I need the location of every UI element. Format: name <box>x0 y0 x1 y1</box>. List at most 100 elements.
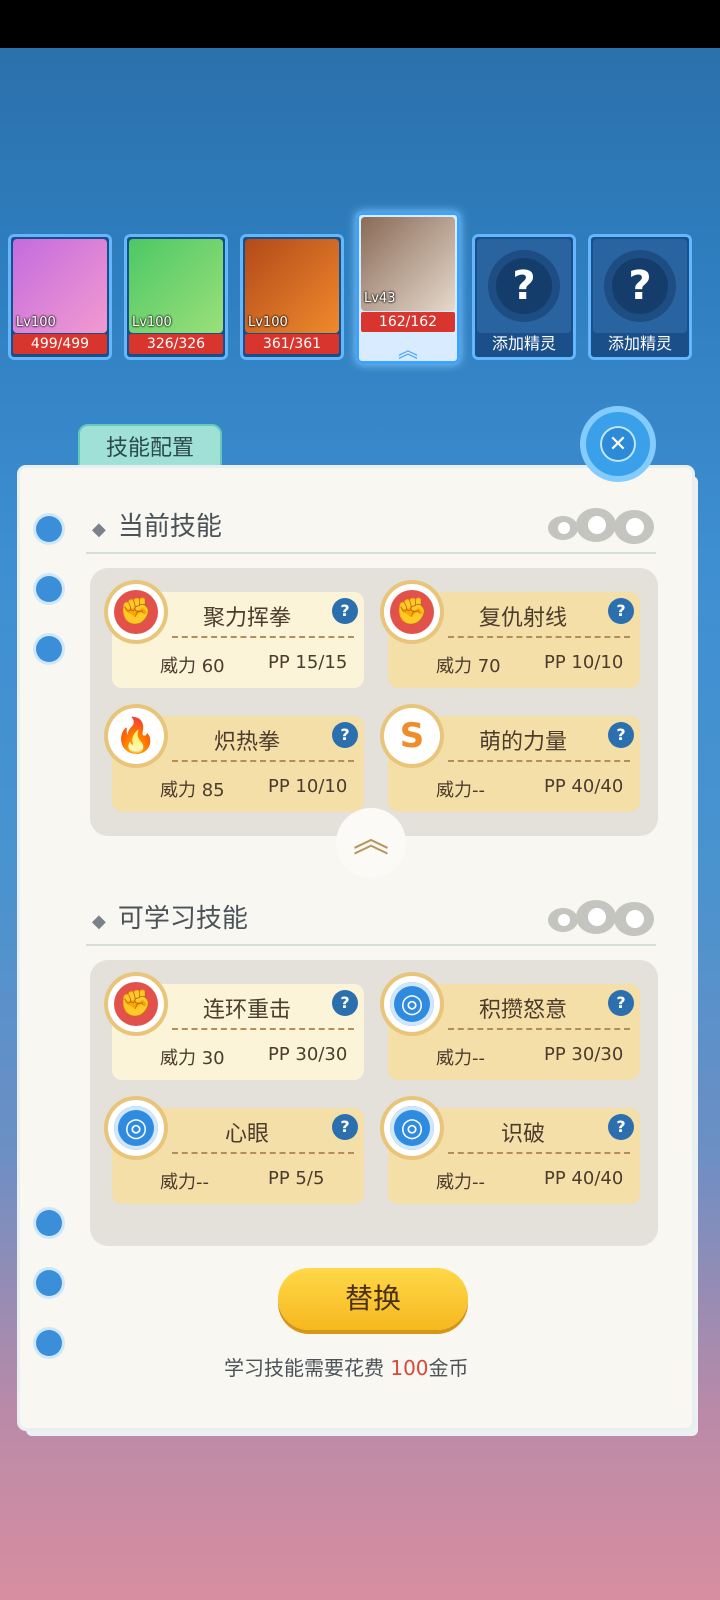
skill-stats: 威力-- PP 30/30 <box>436 1044 636 1070</box>
section-title-text: 当前技能 <box>117 512 222 542</box>
skill-card-current-2[interactable]: ✊ 复仇射线 ? 威力 70 PP 10/10 <box>384 584 640 688</box>
target-icon: ◎ <box>384 1100 440 1156</box>
learnable-skills-grid: ✊ 连环重击 ? 威力 30 PP 30/30 ◎ 积攒怒意 ? 威力-- PP 3… <box>90 960 658 1246</box>
skill-card-learnable-3[interactable]: ◎ 心眼 ? 威力-- PP 5/5 <box>108 1100 364 1204</box>
team-slot-2[interactable]: Lv100 326/326 <box>124 234 228 360</box>
learnable-skills-title: ◆ 可学习技能 <box>92 898 248 935</box>
skill-card-current-4[interactable]: S 萌的力量 ? 威力-- PP 40/40 <box>384 708 640 812</box>
team-slot-1[interactable]: Lv100 499/499 <box>8 234 112 360</box>
level-label: Lv43 <box>364 291 396 306</box>
status-bar <box>0 0 720 48</box>
chevron-up-icon: ◆ <box>92 519 106 540</box>
divider <box>172 760 354 762</box>
skill-power: 威力 60 <box>160 656 225 677</box>
skill-stats: 威力 70 PP 10/10 <box>436 652 636 678</box>
skill-name: 炽热拳 <box>213 730 280 755</box>
selected-chevron-icon: ︽ <box>398 338 418 362</box>
team-row: Lv100 499/499 Lv100 326/326 Lv100 361/36… <box>8 212 714 370</box>
skill-name: 连环重击 <box>202 998 291 1023</box>
skill-name: 聚力挥拳 <box>202 606 291 631</box>
skill-card-current-1[interactable]: ✊ 聚力挥拳 ? 威力 60 PP 15/15 <box>108 584 364 688</box>
skill-name: 萌的力量 <box>478 730 567 755</box>
cost-amount: 100 <box>390 1356 429 1380</box>
skill-pp: PP 40/40 <box>544 776 624 797</box>
target-icon: ◎ <box>108 1100 164 1156</box>
divider <box>172 1152 354 1154</box>
skill-name: 积攒怒意 <box>478 998 567 1023</box>
skill-pp: PP 40/40 <box>544 1168 624 1189</box>
cost-suffix: 金币 <box>428 1356 469 1380</box>
eyes-decoration-icon <box>548 508 658 548</box>
fist-icon: ✊ <box>108 584 164 640</box>
skill-power: 威力 30 <box>160 1048 225 1069</box>
fire-icon: 🔥 <box>108 708 164 764</box>
close-button[interactable]: ✕ <box>586 412 650 476</box>
binder-hole <box>36 1270 62 1296</box>
skill-power: 威力 85 <box>160 780 225 801</box>
divider <box>172 1028 354 1030</box>
team-slot-3[interactable]: Lv100 361/361 <box>240 234 344 360</box>
skill-stats: 威力 30 PP 30/30 <box>160 1044 360 1070</box>
current-skills-grid: ✊ 聚力挥拳 ? 威力 60 PP 15/15 ✊ 复仇射线 ? 威力 70 PP … <box>90 568 658 836</box>
question-icon: ? <box>612 258 668 314</box>
skill-name: 心眼 <box>224 1122 269 1147</box>
binder-hole <box>36 516 62 542</box>
skill-stats: 威力-- PP 5/5 <box>160 1168 360 1194</box>
level-label: Lv100 <box>248 315 288 330</box>
cost-prefix: 学习技能需要花费 <box>224 1356 384 1380</box>
help-icon[interactable]: ? <box>332 1114 358 1140</box>
skill-stats: 威力-- PP 40/40 <box>436 776 636 802</box>
help-icon[interactable]: ? <box>608 1114 634 1140</box>
divider <box>448 1152 630 1154</box>
target-icon: ◎ <box>384 976 440 1032</box>
fist-icon: ✊ <box>108 976 164 1032</box>
skill-pp: PP 30/30 <box>268 1044 348 1065</box>
empty-portrait: ? <box>593 239 687 333</box>
help-icon[interactable]: ? <box>608 598 634 624</box>
close-icon: ✕ <box>600 426 636 462</box>
skill-pp: PP 15/15 <box>268 652 348 673</box>
binder-hole <box>36 1330 62 1356</box>
help-icon[interactable]: ? <box>608 990 634 1016</box>
skill-stats: 威力 85 PP 10/10 <box>160 776 360 802</box>
add-spirit-slot-2[interactable]: ? 添加精灵 <box>588 234 692 360</box>
add-spirit-slot-1[interactable]: ? 添加精灵 <box>472 234 576 360</box>
replace-button[interactable]: 替换 <box>278 1268 468 1330</box>
skill-card-learnable-4[interactable]: ◎ 识破 ? 威力-- PP 40/40 <box>384 1100 640 1204</box>
team-slot-4-selected[interactable]: Lv43 162/162 ︽ <box>356 212 460 364</box>
skill-card-learnable-2[interactable]: ◎ 积攒怒意 ? 威力-- PP 30/30 <box>384 976 640 1080</box>
add-spirit-label: 添加精灵 <box>491 334 556 353</box>
swirl-icon: S <box>384 708 440 764</box>
skill-card-current-3[interactable]: 🔥 炽热拳 ? 威力 85 PP 10/10 <box>108 708 364 812</box>
skill-pp: PP 30/30 <box>544 1044 624 1065</box>
hp-bar: 162/162 <box>361 312 455 332</box>
binder-hole <box>36 1210 62 1236</box>
hp-bar: 499/499 <box>13 334 107 354</box>
current-skills-title: ◆ 当前技能 <box>92 506 222 543</box>
section-title-text: 可学习技能 <box>117 904 248 934</box>
skill-stats: 威力 60 PP 15/15 <box>160 652 360 678</box>
divider <box>448 636 630 638</box>
hp-bar: 326/326 <box>129 334 223 354</box>
learn-cost-text: 学习技能需要花费 100金币 <box>224 1352 469 1381</box>
level-label: Lv100 <box>16 315 56 330</box>
help-icon[interactable]: ? <box>608 722 634 748</box>
divider <box>448 1028 630 1030</box>
binder-hole <box>36 576 62 602</box>
divider <box>172 636 354 638</box>
skill-pp: PP 5/5 <box>268 1168 325 1189</box>
eyes-decoration-icon <box>548 900 658 940</box>
double-chevron-up-icon[interactable]: ︽ <box>336 808 406 878</box>
skill-pp: PP 10/10 <box>544 652 624 673</box>
help-icon[interactable]: ? <box>332 990 358 1016</box>
skill-power: 威力-- <box>436 1048 485 1069</box>
empty-portrait: ? <box>477 239 571 333</box>
hp-bar: 361/361 <box>245 334 339 354</box>
skill-power: 威力-- <box>160 1172 209 1193</box>
help-icon[interactable]: ? <box>332 598 358 624</box>
divider <box>86 944 656 946</box>
help-icon[interactable]: ? <box>332 722 358 748</box>
add-spirit-label: 添加精灵 <box>607 334 672 353</box>
skill-pp: PP 10/10 <box>268 776 348 797</box>
skill-card-learnable-1[interactable]: ✊ 连环重击 ? 威力 30 PP 30/30 <box>108 976 364 1080</box>
